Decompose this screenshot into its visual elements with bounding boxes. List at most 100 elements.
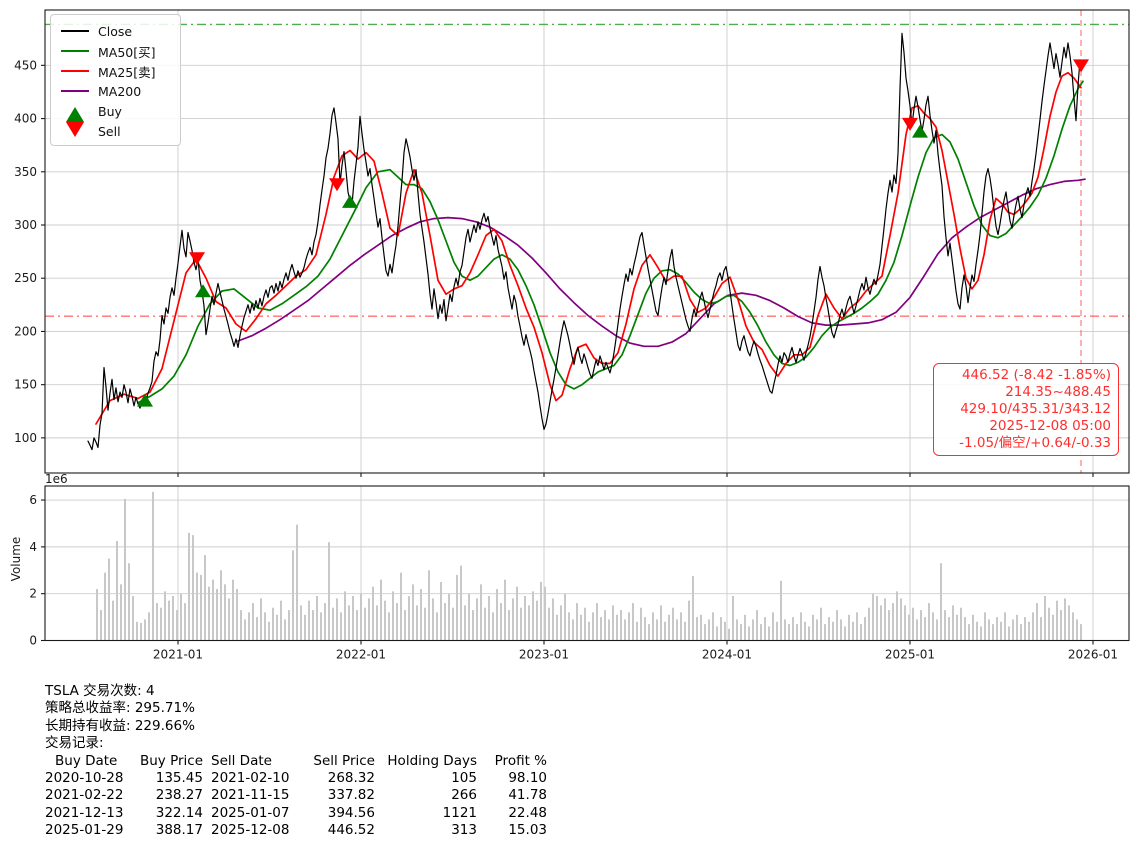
volume-bar: [824, 624, 826, 640]
annotation-line: 214.35~488.45: [941, 384, 1111, 401]
volume-bar: [1044, 596, 1046, 640]
volume-bar: [768, 626, 770, 640]
volume-bar: [428, 570, 430, 640]
volume-bar: [940, 563, 942, 640]
volume-bar: [484, 608, 486, 641]
trades-cell: 238.27: [129, 787, 203, 804]
ma50-line-swatch: [61, 50, 89, 52]
volume-bar: [676, 619, 678, 640]
volume-bar: [204, 555, 206, 640]
volume-bar: [700, 615, 702, 641]
volume-bar: [268, 622, 270, 641]
legend-label: Sell: [98, 124, 121, 139]
volume-bar: [632, 603, 634, 640]
strategy-stats-block: TSLA 交易次数: 4 策略总收益率: 295.71% 长期持有收益: 229…: [45, 683, 547, 840]
trades-cell: 22.48: [477, 805, 547, 822]
volume-bar: [148, 612, 150, 640]
annotation-line: 446.52 (-8.42 -1.85%): [941, 367, 1111, 384]
volume-bar: [1080, 624, 1082, 640]
volume-bar: [248, 612, 250, 640]
volume-offset-label: 1e6: [45, 472, 68, 486]
volume-bar: [1056, 601, 1058, 641]
volume-bar: [908, 615, 910, 641]
volume-bar: [744, 615, 746, 641]
trades-cell: 2021-02-22: [45, 787, 129, 804]
trades-cell: 135.45: [129, 770, 203, 787]
volume-bar: [836, 610, 838, 640]
volume-bar: [388, 612, 390, 640]
volume-bar: [948, 617, 950, 640]
price-ytick-label: 100: [14, 431, 37, 445]
legend-label: MA25[卖]: [98, 62, 156, 81]
volume-bar: [376, 605, 378, 640]
volume-bar: [776, 622, 778, 641]
volume-bar: [604, 610, 606, 640]
sell-triangle-icon: [66, 122, 84, 137]
volume-bar: [192, 535, 194, 640]
volume-bar: [800, 612, 802, 640]
tsla-strategy-figure: 10015020025030035040045002462021-012022-…: [0, 0, 1139, 855]
volume-bar: [108, 559, 110, 641]
volume-bar: [212, 580, 214, 641]
volume-bar: [464, 605, 466, 640]
volume-bar: [344, 591, 346, 640]
volume-bar: [184, 603, 186, 640]
x-tick-label: 2025-01: [885, 648, 935, 662]
stats-trade-count: TSLA 交易次数: 4: [45, 683, 547, 700]
volume-bar: [804, 622, 806, 641]
legend-item: Sell: [60, 121, 172, 141]
trades-cell: 266: [375, 787, 477, 804]
volume-bar: [324, 603, 326, 640]
volume-bar: [188, 533, 190, 641]
volume-bar: [900, 598, 902, 640]
volume-bar: [288, 610, 290, 640]
volume-bar: [308, 601, 310, 641]
volume-bar: [704, 624, 706, 640]
volume-bar: [472, 610, 474, 640]
buy-triangle-icon: [66, 107, 84, 122]
x-tick-label: 2022-01: [336, 648, 386, 662]
volume-bar: [1040, 617, 1042, 640]
volume-bar: [788, 624, 790, 640]
trades-table: Buy DateBuy PriceSell DateSell PriceHold…: [45, 753, 547, 840]
volume-bar: [848, 615, 850, 641]
volume-bar: [796, 624, 798, 640]
volume-bar: [140, 623, 142, 641]
legend-item: Close: [60, 21, 172, 41]
volume-bar: [320, 612, 322, 640]
trades-header-cell: Sell Price: [299, 753, 375, 770]
volume-bar: [840, 619, 842, 640]
stats-strategy-return: 策略总收益率: 295.71%: [45, 700, 547, 717]
volume-bar: [196, 573, 198, 641]
volume-bar: [624, 619, 626, 640]
volume-bar: [116, 541, 118, 640]
volume-ytick-label: 0: [29, 634, 37, 648]
volume-bar: [712, 612, 714, 640]
volume-bar: [756, 610, 758, 640]
volume-bar: [944, 610, 946, 640]
volume-bar: [648, 624, 650, 640]
price-ytick-label: 400: [14, 112, 37, 126]
volume-bar: [572, 619, 574, 640]
volume-bar: [348, 605, 350, 640]
volume-bar: [1076, 619, 1078, 640]
volume-bar: [372, 587, 374, 641]
volume-bar: [580, 615, 582, 641]
volume-bar: [692, 576, 694, 640]
volume-bar: [352, 596, 354, 640]
volume-bar: [1016, 615, 1018, 641]
volume-bar: [584, 608, 586, 641]
volume-bar: [644, 617, 646, 640]
volume-bar: [880, 605, 882, 640]
volume-bar: [936, 619, 938, 640]
volume-bar: [516, 587, 518, 641]
trades-cell: 394.56: [299, 805, 375, 822]
volume-bar: [1004, 612, 1006, 640]
volume-bar: [568, 612, 570, 640]
volume-bar: [156, 603, 158, 640]
volume-bar: [1036, 603, 1038, 640]
volume-bar: [1032, 612, 1034, 640]
volume-bar: [684, 622, 686, 641]
volume-bar: [340, 612, 342, 640]
volume-bar: [1028, 622, 1030, 641]
